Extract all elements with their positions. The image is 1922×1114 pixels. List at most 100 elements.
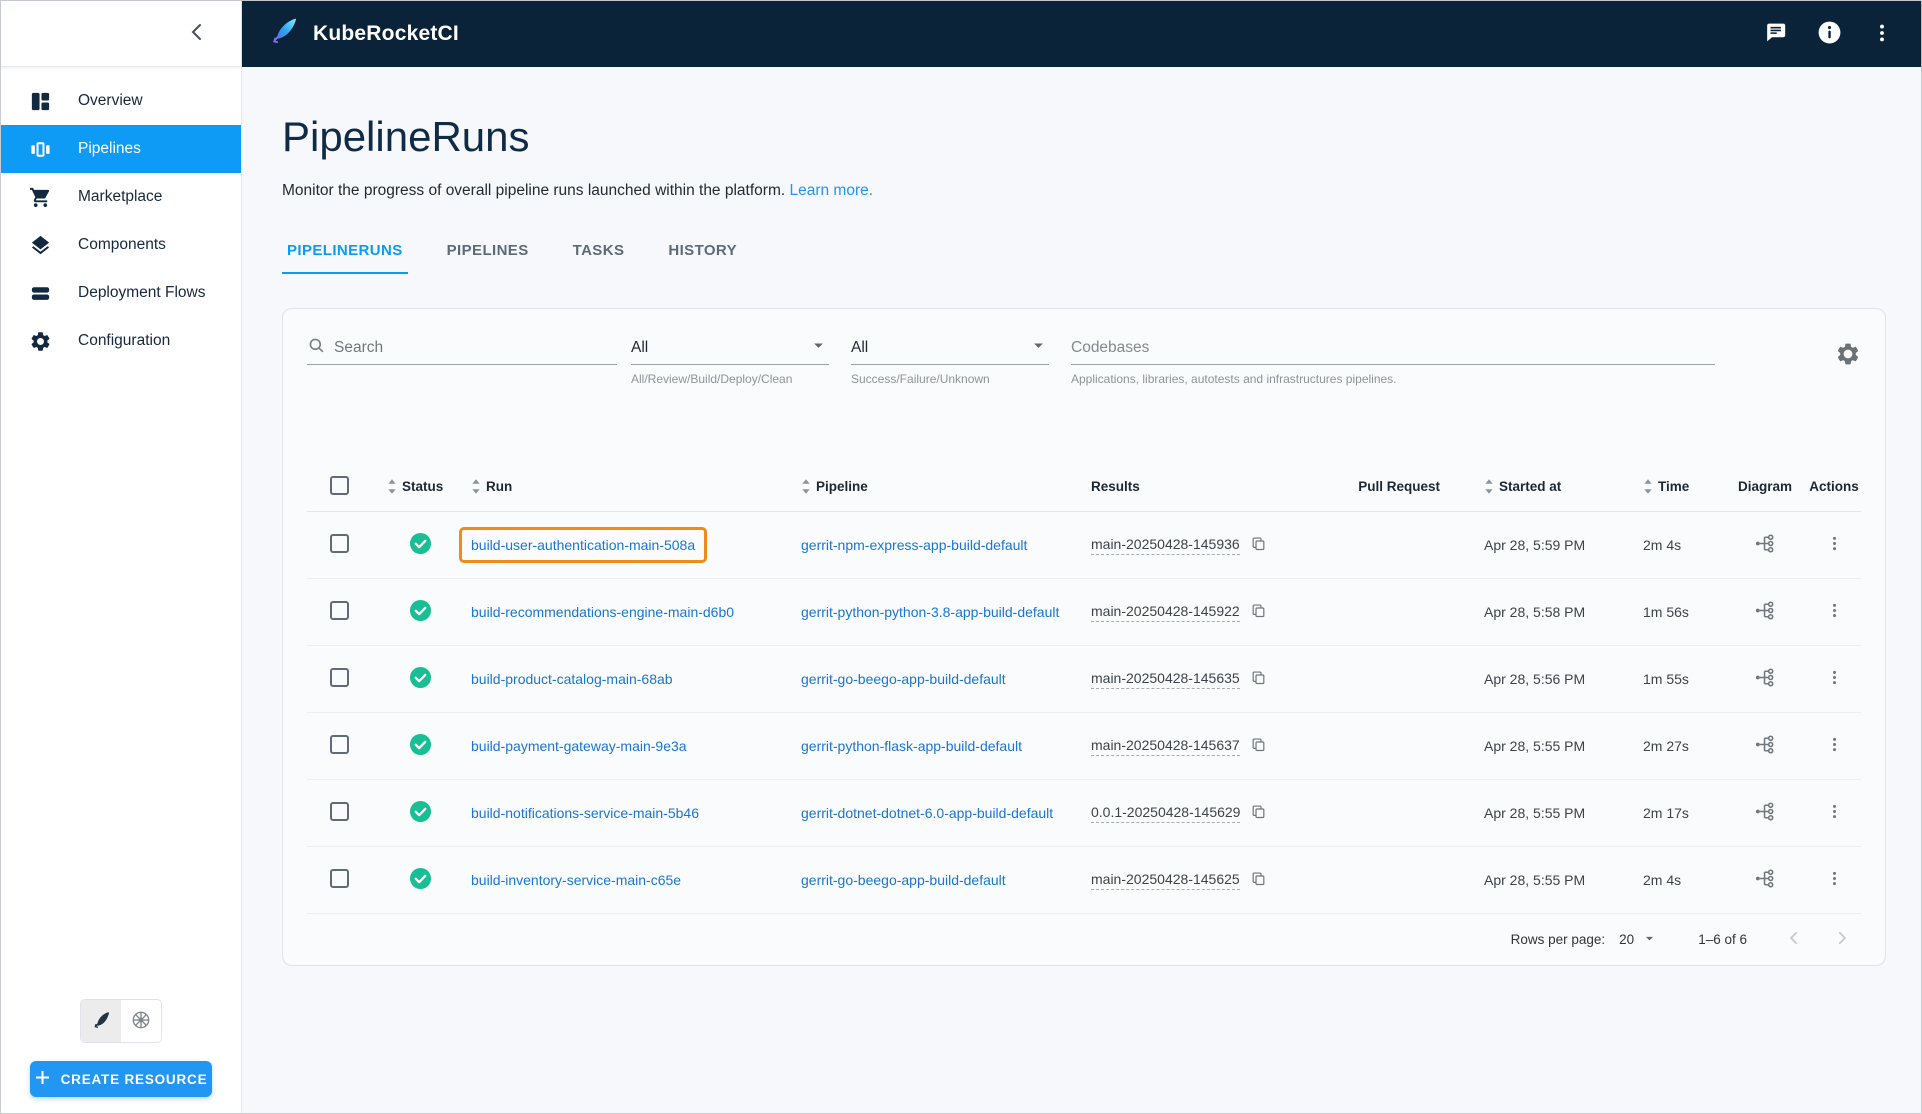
column-header-pipeline: Pipeline (816, 479, 868, 494)
row-checkbox[interactable] (330, 735, 349, 754)
pipeline-link[interactable]: gerrit-dotnet-dotnet-6.0-app-build-defau… (801, 805, 1053, 821)
run-link[interactable]: build-inventory-service-main-c65e (471, 872, 681, 888)
search-input[interactable] (334, 339, 617, 357)
pipeline-link[interactable]: gerrit-go-beego-app-build-default (801, 671, 1006, 687)
kebab-menu-icon (1825, 802, 1844, 824)
started-at-value: Apr 28, 5:55 PM (1484, 872, 1585, 888)
rows-per-page-select[interactable]: 20 (1619, 930, 1658, 950)
sidebar-item-label: Configuration (78, 332, 170, 350)
sidebar-item-components[interactable]: Components (1, 221, 241, 269)
time-value: 2m 4s (1643, 537, 1681, 553)
kebab-menu-icon (1825, 668, 1844, 690)
table-settings-button[interactable] (1835, 341, 1861, 370)
tab-pipelineruns[interactable]: PIPELINERUNS (282, 242, 408, 274)
started-at-value: Apr 28, 5:55 PM (1484, 738, 1585, 754)
copy-icon (1250, 602, 1267, 622)
copy-button[interactable] (1250, 602, 1267, 622)
run-link[interactable]: build-notifications-service-main-5b46 (471, 805, 699, 821)
copy-button[interactable] (1250, 669, 1267, 689)
row-actions-button[interactable] (1825, 668, 1844, 690)
copy-button[interactable] (1250, 803, 1267, 823)
time-value: 1m 56s (1643, 604, 1689, 620)
sort-run-button[interactable] (471, 478, 483, 495)
sidebar-item-pipelines[interactable]: Pipelines (1, 125, 241, 173)
results-value: main-20250428-145625 (1091, 871, 1240, 890)
sort-status-button[interactable] (387, 478, 399, 495)
diagram-button[interactable] (1754, 867, 1777, 893)
learn-more-link[interactable]: Learn more. (789, 182, 873, 199)
next-page-button[interactable] (1833, 929, 1851, 950)
sidebar-item-overview[interactable]: Overview (1, 77, 241, 125)
chevron-down-icon (808, 335, 829, 361)
status-success-icon (409, 810, 432, 826)
row-actions-button[interactable] (1825, 869, 1844, 891)
brand-title: KubeRocketCI (313, 22, 459, 46)
pipelineruns-table: Status Run Pipeline Results Pull Request (307, 462, 1861, 914)
sidebar-item-configuration[interactable]: Configuration (1, 317, 241, 365)
info-button[interactable] (1817, 20, 1842, 48)
row-actions-button[interactable] (1825, 534, 1844, 556)
row-checkbox[interactable] (330, 668, 349, 687)
sidebar-collapse-button[interactable] (183, 20, 211, 48)
pipeline-link[interactable]: gerrit-npm-express-app-build-default (801, 537, 1027, 553)
select-all-checkbox[interactable] (330, 476, 349, 495)
main-area: KubeRocketCI (242, 1, 1921, 1113)
row-checkbox[interactable] (330, 534, 349, 553)
status-success-icon (409, 877, 432, 893)
status-filter-select[interactable]: All Success/Failure/Unknown (851, 337, 1049, 386)
row-actions-button[interactable] (1825, 601, 1844, 623)
kebab-menu-icon (1825, 534, 1844, 556)
krci-view-toggle[interactable] (81, 1000, 121, 1042)
plus-icon (35, 1070, 50, 1088)
table-row: build-product-catalog-main-68ab gerrit-g… (307, 646, 1861, 713)
row-checkbox[interactable] (330, 802, 349, 821)
pipeline-link[interactable]: gerrit-python-flask-app-build-default (801, 738, 1022, 754)
row-checkbox[interactable] (330, 869, 349, 888)
more-menu-button[interactable] (1871, 22, 1893, 47)
row-checkbox[interactable] (330, 601, 349, 620)
run-link[interactable]: build-user-authentication-main-508a (471, 537, 695, 553)
chevron-left-icon (188, 22, 206, 45)
pipeline-link[interactable]: gerrit-go-beego-app-build-default (801, 872, 1006, 888)
sidebar-item-marketplace[interactable]: Marketplace (1, 173, 241, 221)
create-resource-button[interactable]: CREATE RESOURCE (30, 1061, 212, 1097)
sidebar-item-label: Deployment Flows (78, 284, 206, 302)
table-body: build-user-authentication-main-508a gerr… (307, 512, 1861, 914)
run-link[interactable]: build-recommendations-engine-main-d6b0 (471, 604, 734, 620)
app-window: Overview Pipelines Marketplace Component… (0, 0, 1922, 1114)
tab-tasks[interactable]: TASKS (568, 242, 630, 274)
diagram-button[interactable] (1754, 800, 1777, 826)
sort-started-at-button[interactable] (1484, 478, 1496, 495)
codebases-input[interactable] (1071, 339, 1715, 357)
table-row: build-payment-gateway-main-9e3a gerrit-p… (307, 713, 1861, 780)
tab-pipelines[interactable]: PIPELINES (442, 242, 534, 274)
column-header-run: Run (486, 479, 512, 494)
pipeline-link[interactable]: gerrit-python-python-3.8-app-build-defau… (801, 604, 1059, 620)
diagram-tree-icon (1754, 733, 1777, 759)
column-header-time: Time (1658, 479, 1689, 494)
row-actions-button[interactable] (1825, 735, 1844, 757)
status-success-icon (409, 542, 432, 558)
tab-history[interactable]: HISTORY (663, 242, 742, 274)
row-actions-button[interactable] (1825, 802, 1844, 824)
previous-page-button[interactable] (1785, 929, 1803, 950)
diagram-button[interactable] (1754, 666, 1777, 692)
feedback-button[interactable] (1763, 20, 1788, 48)
kubernetes-view-toggle[interactable] (121, 1000, 161, 1042)
diagram-button[interactable] (1754, 733, 1777, 759)
run-link[interactable]: build-payment-gateway-main-9e3a (471, 738, 687, 754)
time-value: 2m 4s (1643, 872, 1681, 888)
sidebar-item-deployment-flows[interactable]: Deployment Flows (1, 269, 241, 317)
diagram-button[interactable] (1754, 599, 1777, 625)
filters-bar: All All/Review/Build/Deploy/Clean All (307, 337, 1861, 386)
sort-pipeline-button[interactable] (801, 478, 813, 495)
page-title: PipelineRuns (282, 113, 1883, 161)
run-link[interactable]: build-product-catalog-main-68ab (471, 671, 673, 687)
copy-button[interactable] (1250, 736, 1267, 756)
copy-button[interactable] (1250, 870, 1267, 890)
copy-button[interactable] (1250, 535, 1267, 555)
type-filter-select[interactable]: All All/Review/Build/Deploy/Clean (631, 337, 829, 386)
sidebar-item-label: Marketplace (78, 188, 162, 206)
diagram-button[interactable] (1754, 532, 1777, 558)
sort-time-button[interactable] (1643, 478, 1655, 495)
